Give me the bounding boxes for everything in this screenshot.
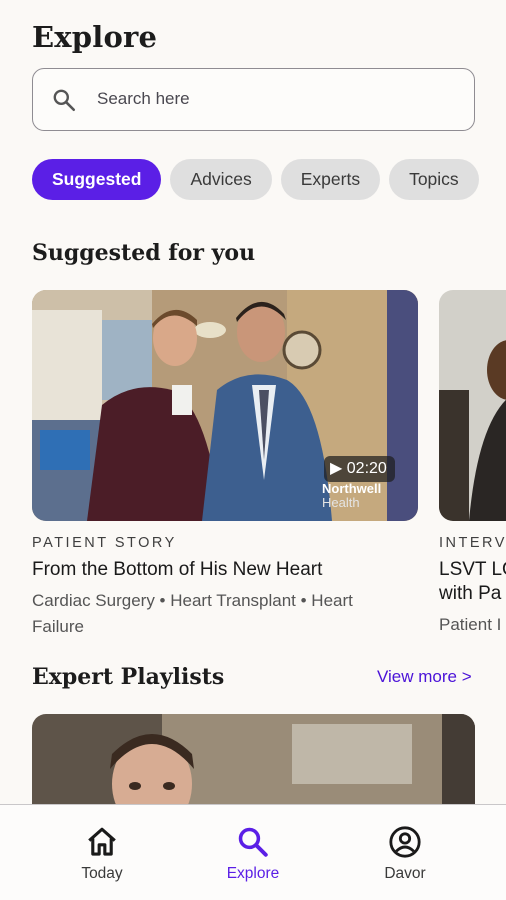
suggested-card[interactable]: ▶ 02:20 Northwell Health PATIENT STORY F…: [32, 290, 418, 640]
account-circle-icon: [389, 826, 421, 858]
filter-chips: Suggested Advices Experts Topics: [32, 159, 506, 200]
suggested-cards: ▶ 02:20 Northwell Health PATIENT STORY F…: [32, 290, 506, 640]
nav-item-today[interactable]: Today: [47, 825, 157, 883]
playlists-section-title: Expert Playlists: [32, 664, 225, 690]
view-more-link[interactable]: View more >: [377, 667, 472, 687]
card-tags: Patient I: [439, 615, 502, 634]
duration-text: 02:20: [346, 460, 387, 477]
video-thumbnail[interactable]: ▶ 02:20 Northwell Health: [32, 290, 418, 521]
nav-label-profile: Davor: [384, 865, 426, 882]
chip-advices[interactable]: Advices: [170, 159, 272, 200]
card-title: LSVT LO: [439, 559, 506, 580]
playlist-thumbnail-image: [32, 714, 475, 814]
video-thumbnail-image: [439, 290, 506, 521]
video-thumbnail[interactable]: [439, 290, 506, 521]
suggested-section-title: Suggested for you: [32, 240, 256, 266]
video-duration: ▶ 02:20: [324, 456, 395, 482]
brand-sub: Health: [322, 495, 360, 510]
search-icon: [238, 827, 268, 857]
home-icon: [88, 827, 116, 856]
card-title-line2: with Pa: [439, 583, 502, 604]
card-title: From the Bottom of His New Heart: [32, 559, 323, 580]
chip-experts[interactable]: Experts: [280, 159, 381, 200]
search-icon: [51, 87, 77, 113]
brand-name: Northwell: [322, 481, 382, 496]
bottom-navigation: Today Explore Davor: [0, 804, 506, 900]
brand-watermark: Northwell Health: [322, 482, 381, 510]
card-category: PATIENT STORY: [32, 535, 177, 551]
play-icon: ▶: [330, 460, 343, 477]
suggested-card[interactable]: INTERV LSVT LO with Pa Patient I: [439, 290, 506, 638]
chip-suggested[interactable]: Suggested: [32, 159, 162, 200]
nav-label-today: Today: [81, 865, 123, 882]
search-box[interactable]: [32, 68, 475, 131]
card-tags: Cardiac Surgery • Heart Transplant • Hea…: [32, 591, 353, 636]
card-category: INTERV: [439, 535, 506, 551]
nav-item-profile[interactable]: Davor: [350, 825, 460, 883]
search-input[interactable]: [97, 69, 457, 129]
playlist-thumbnail[interactable]: [32, 714, 475, 814]
nav-label-explore: Explore: [226, 865, 280, 882]
nav-item-explore[interactable]: Explore: [198, 825, 308, 883]
page-title: Explore: [32, 20, 158, 54]
chip-topics[interactable]: Topics: [389, 159, 479, 200]
